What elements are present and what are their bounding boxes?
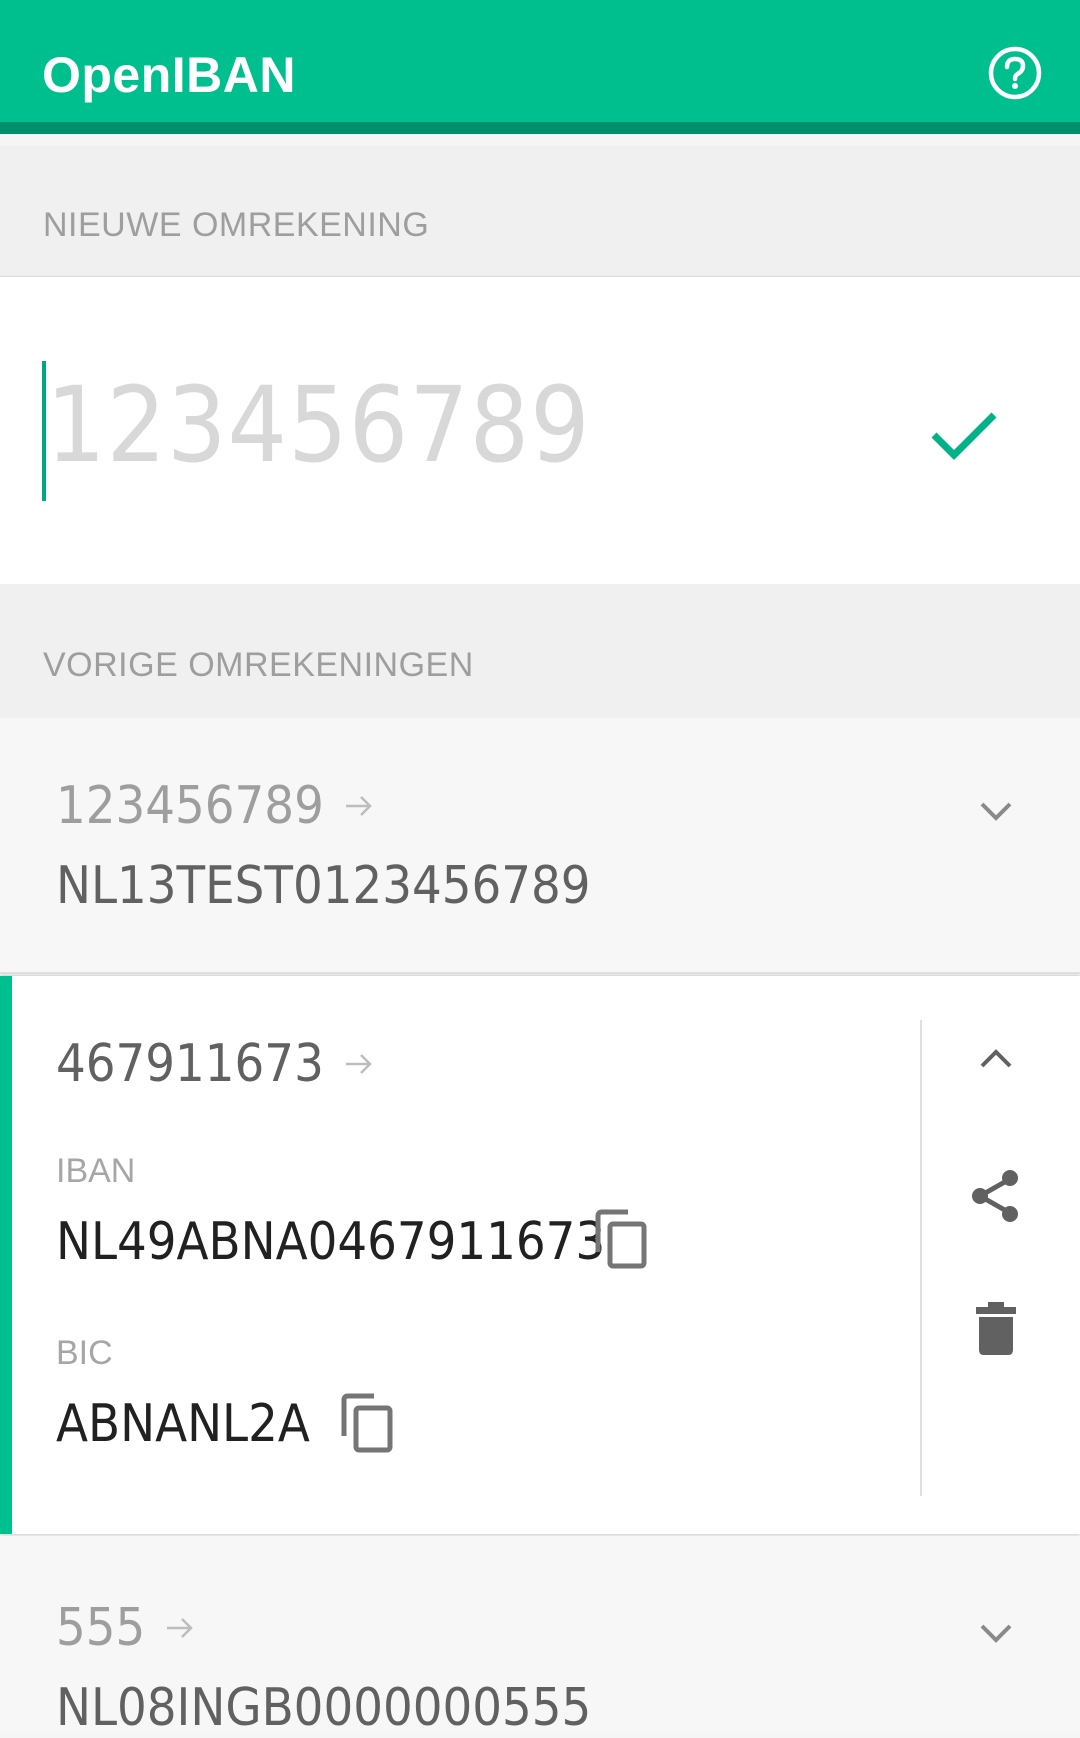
iban-label: IBAN: [56, 1152, 136, 1190]
bic-value: ABNANL2A: [56, 1394, 310, 1454]
selected-accent-bar: [0, 976, 12, 1534]
app-bar: OpenIBAN: [0, 0, 1080, 134]
collapse-button[interactable]: [972, 1036, 1020, 1084]
chevron-up-icon: [980, 1049, 1012, 1068]
help-circle-icon: [988, 46, 1042, 100]
conversion-number-row: 555: [56, 1598, 197, 1658]
arrow-right-icon: [345, 796, 372, 816]
arrow-right-icon: [167, 1618, 194, 1638]
new-conversion-header: NIEUWE OMREKENING: [0, 146, 1080, 276]
actions-divider: [920, 1020, 922, 1496]
new-conversion-header-label: NIEUWE OMREKENING: [43, 206, 430, 244]
conversion-number-row: 123456789: [56, 776, 376, 836]
new-conversion-card: 123456789: [0, 276, 1080, 584]
conversion-number: 555: [56, 1598, 146, 1658]
arrow-right-icon: [345, 1054, 372, 1074]
previous-conversions-header-label: VORIGE OMREKENINGEN: [43, 646, 474, 684]
chevron-down-icon: [980, 1624, 1012, 1643]
conversion-number-row: 467911673: [56, 1034, 376, 1094]
conversion-iban: NL08INGB0000000555: [56, 1678, 592, 1738]
help-button[interactable]: [986, 44, 1044, 102]
conversion-item-expanded: 467911673 IBAN NL49ABNA0467911673 BIC AB…: [0, 976, 1080, 1534]
delete-button[interactable]: [966, 1298, 1026, 1358]
previous-conversions-header: VORIGE OMREKENINGEN: [0, 584, 1080, 718]
chevron-down-icon: [980, 802, 1012, 821]
copy-bic-button[interactable]: [338, 1392, 398, 1456]
iban-value: NL49ABNA0467911673: [56, 1212, 606, 1272]
copy-icon: [595, 1209, 647, 1269]
conversion-item[interactable]: 123456789 NL13TEST0123456789: [0, 718, 1080, 974]
conversion-number: 123456789: [56, 776, 324, 836]
conversion-iban: NL13TEST0123456789: [56, 856, 591, 916]
conversion-item[interactable]: 555 NL08INGB0000000555: [0, 1536, 1080, 1738]
share-button[interactable]: [966, 1166, 1026, 1226]
app-title: OpenIBAN: [42, 47, 296, 103]
account-number-placeholder: 123456789: [46, 364, 591, 486]
account-number-input[interactable]: 123456789: [42, 361, 862, 501]
trash-icon: [976, 1302, 1016, 1355]
copy-iban-button[interactable]: [592, 1208, 652, 1272]
check-icon: [931, 412, 997, 460]
expand-button[interactable]: [972, 1608, 1020, 1656]
conversion-number: 467911673: [56, 1034, 324, 1094]
convert-button[interactable]: [924, 393, 1004, 473]
expand-button[interactable]: [972, 786, 1020, 834]
share-icon: [972, 1170, 1018, 1222]
bic-label: BIC: [56, 1334, 113, 1372]
copy-icon: [341, 1393, 393, 1453]
